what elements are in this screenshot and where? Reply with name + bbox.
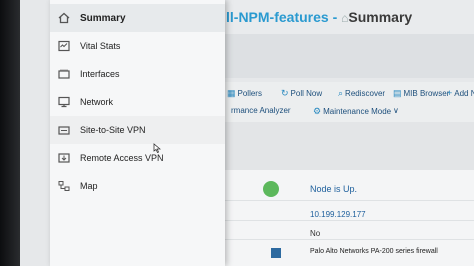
menu-label: Site-to-Site VPN: [80, 125, 146, 135]
detail-row-divider: [225, 220, 474, 221]
machine-type: Palo Alto Networks PA-200 series firewal…: [310, 248, 438, 255]
remote-access-icon: [58, 152, 70, 164]
menu-label: Map: [80, 181, 98, 191]
ip-address[interactable]: 10.199.129.177: [310, 210, 366, 219]
pollers-label: Pollers: [237, 89, 262, 98]
mib-browser-icon: ▤: [393, 88, 402, 98]
menu-label: Interfaces: [80, 69, 120, 79]
menu-label: Remote Access VPN: [80, 153, 164, 163]
add-new-label: Add New A: [454, 89, 474, 98]
rediscover-button[interactable]: ⌕ Rediscover: [338, 88, 385, 99]
menu-item-network[interactable]: Network: [50, 88, 225, 116]
detail-value-no: No: [310, 229, 321, 238]
add-new-button[interactable]: +Add New A: [447, 88, 474, 98]
poll-now-button[interactable]: ↻ Poll Now: [281, 88, 322, 99]
menu-label: Vital Stats: [80, 41, 121, 51]
mib-browser-button[interactable]: ▤ MIB Browser: [393, 88, 449, 99]
rediscover-icon: ⌕: [338, 88, 344, 98]
menu-label: Summary: [80, 12, 126, 24]
network-icon: [58, 96, 70, 108]
status-up-icon: [263, 181, 279, 197]
menu-item-summary[interactable]: Summary: [50, 4, 225, 32]
mib-browser-label: MIB Browser: [403, 89, 450, 98]
screen: ll-NPM-features - ⌂Summary ▦ Pollers ↻ Pol…: [20, 0, 474, 266]
performance-analyzer-label: rmance Analyzer: [231, 106, 291, 115]
menu-item-vital-stats[interactable]: Vital Stats: [50, 32, 225, 60]
header-strip: [225, 34, 474, 78]
section-gap: [225, 122, 474, 170]
vpn-icon: [58, 124, 70, 136]
add-icon: +: [447, 88, 453, 98]
menu-item-site-to-site-vpn[interactable]: Site-to-Site VPN: [50, 116, 225, 144]
menu-item-map[interactable]: Map: [50, 172, 225, 200]
menu-item-interfaces[interactable]: Interfaces: [50, 60, 225, 88]
menu-label: Network: [80, 97, 114, 107]
mouse-cursor-icon: [153, 140, 162, 154]
interfaces-icon: [58, 68, 70, 80]
detail-row-divider: [225, 200, 474, 201]
poll-now-label: Poll Now: [290, 89, 323, 98]
menu-item-remote-access-vpn[interactable]: Remote Access VPN: [50, 144, 225, 172]
vital-stats-icon: [58, 40, 70, 52]
monitor-bezel: [0, 0, 20, 266]
maintenance-mode-button[interactable]: ⚙ Maintenance Mode: [313, 106, 391, 117]
detail-row-divider: [225, 239, 474, 240]
vendor-logo-icon: [271, 248, 281, 258]
home-icon: [58, 12, 70, 24]
pollers-icon: ▦: [227, 88, 236, 98]
node-toolbar: ▦ Pollers ↻ Poll Now ⌕ Rediscover ▤ MIB Brow…: [225, 82, 474, 122]
map-icon: [58, 180, 70, 192]
maintenance-icon: ⚙: [313, 106, 322, 116]
node-status[interactable]: Node is Up.: [310, 184, 357, 194]
poll-now-icon: ↻: [281, 88, 289, 98]
node-name[interactable]: ll-NPM-features: [226, 9, 329, 25]
node-view-menu: Summary Vital Stats Interfaces Network S…: [50, 0, 225, 266]
pollers-button[interactable]: ▦ Pollers: [227, 88, 262, 99]
maintenance-dropdown-chevron-icon[interactable]: ∨: [393, 106, 399, 115]
maintenance-mode-label: Maintenance Mode: [323, 107, 392, 116]
performance-analyzer-button[interactable]: rmance Analyzer: [231, 106, 291, 115]
rediscover-label: Rediscover: [345, 89, 386, 98]
title-separator: -: [328, 9, 342, 25]
page-title: ll-NPM-features - ⌂Summary: [226, 9, 412, 25]
page-title-summary: Summary: [348, 9, 413, 25]
